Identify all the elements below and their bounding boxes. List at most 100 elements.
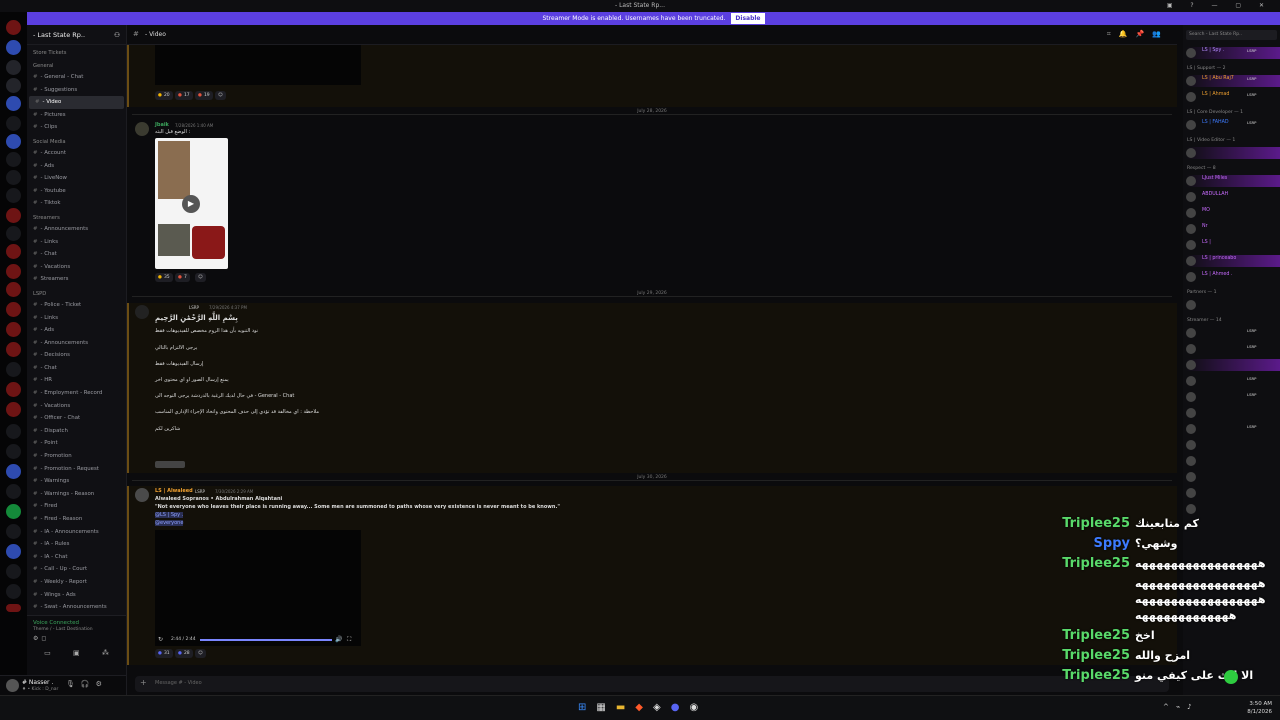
- member-item[interactable]: LS | Spy . LSRP: [1186, 47, 1280, 59]
- bell-icon[interactable]: 🔔: [1119, 30, 1136, 38]
- channel-category[interactable]: LSPD: [27, 286, 126, 299]
- member-item[interactable]: LSRP: [1186, 375, 1280, 387]
- clock[interactable]: 3:50 AM 8/1/2026: [1236, 700, 1272, 716]
- server-icon[interactable]: [6, 504, 21, 519]
- user-controls[interactable]: 🎙🎧⚙: [66, 680, 108, 688]
- play-icon[interactable]: ▶: [182, 195, 200, 213]
- server-icon[interactable]: [6, 244, 21, 259]
- channel-item[interactable]: # Streamers: [27, 273, 126, 286]
- server-icon[interactable]: [6, 464, 21, 479]
- channel-item[interactable]: # - Fired - Reason: [27, 513, 126, 526]
- channel-item[interactable]: # - Vacations: [27, 400, 126, 413]
- taskbar-apps[interactable]: ⊞▦▬◆◈●◉: [578, 702, 708, 713]
- user-mention[interactable]: @LS | Spy .: [155, 512, 184, 518]
- video-progress[interactable]: [200, 639, 332, 641]
- reaction-button[interactable]: ● 31: [155, 649, 173, 658]
- video-attachment[interactable]: ▶: [155, 138, 228, 269]
- channel-item[interactable]: # - Promotion: [27, 450, 126, 463]
- server-header[interactable]: - Last State Rp.. ⚇: [27, 25, 126, 45]
- server-icon[interactable]: [6, 564, 21, 579]
- member-item[interactable]: ABDULLAH: [1186, 191, 1280, 203]
- message-composer[interactable]: + Message # - Video: [135, 676, 1169, 692]
- member-item[interactable]: [1186, 487, 1280, 499]
- member-item[interactable]: [1186, 407, 1280, 419]
- channel-item-active[interactable]: # - Video: [29, 96, 124, 109]
- channel-item[interactable]: # - HR: [27, 374, 126, 387]
- server-icon[interactable]: [6, 152, 21, 167]
- channel-item[interactable]: # - Dispatch: [27, 425, 126, 438]
- windows-start-icon[interactable]: ⊞: [578, 702, 596, 713]
- server-icon[interactable]: [6, 282, 21, 297]
- avatar[interactable]: [135, 305, 149, 319]
- add-reaction-icon[interactable]: ☺: [195, 273, 206, 282]
- server-icon[interactable]: [6, 342, 21, 357]
- channel-item[interactable]: # - Ads: [27, 324, 126, 337]
- camera-icon[interactable]: ◻: [41, 635, 49, 642]
- server-icon[interactable]: [6, 134, 21, 149]
- member-item[interactable]: [1186, 503, 1280, 515]
- steam-icon[interactable]: ◉: [689, 702, 708, 713]
- channel-item[interactable]: # - Warnings: [27, 475, 126, 488]
- replay-icon[interactable]: ↻: [158, 636, 163, 643]
- channel-item[interactable]: # - Links: [27, 236, 126, 249]
- channel-category[interactable]: Store Tickets: [27, 45, 126, 58]
- add-member-icon[interactable]: ⚇: [114, 25, 120, 45]
- chevron-up-icon[interactable]: ^: [1163, 703, 1176, 711]
- fullscreen-icon[interactable]: ⛶: [347, 636, 351, 644]
- server-icon[interactable]: [6, 60, 21, 75]
- message-author[interactable]: Jbaik: [155, 122, 169, 128]
- server-icon[interactable]: [6, 362, 21, 377]
- new-badge-icon[interactable]: [6, 604, 21, 612]
- window-controls[interactable]: ▣ ? — ▢ ✕: [1167, 0, 1272, 12]
- server-icon[interactable]: [6, 322, 21, 337]
- plus-icon[interactable]: +: [140, 678, 147, 687]
- gear-icon[interactable]: ⚙: [96, 680, 108, 688]
- channel-item[interactable]: # - Decisions: [27, 349, 126, 362]
- video-player[interactable]: ↻ 2:44 / 2:44 🔊 ⛶: [155, 530, 361, 646]
- member-item[interactable]: [1186, 455, 1280, 467]
- channel-item[interactable]: # - Announcements: [27, 223, 126, 236]
- channel-item[interactable]: # - Ads: [27, 160, 126, 173]
- activity-icon[interactable]: ⁂: [102, 649, 109, 661]
- channel-item[interactable]: # - IA - Announcements: [27, 526, 126, 539]
- channel-item[interactable]: # - Employment - Record: [27, 387, 126, 400]
- channel-item[interactable]: # - Chat: [27, 362, 126, 375]
- channel-item[interactable]: # - Announcements: [27, 337, 126, 350]
- server-icon[interactable]: [6, 116, 21, 131]
- add-reaction-icon[interactable]: ☺: [215, 91, 226, 100]
- reaction-button[interactable]: ● 17: [175, 91, 193, 100]
- server-icon[interactable]: [6, 264, 21, 279]
- member-item[interactable]: LSRP: [1186, 423, 1280, 435]
- avatar[interactable]: [135, 122, 149, 136]
- add-reaction-icon[interactable]: ☺: [195, 649, 206, 658]
- server-icon[interactable]: [6, 208, 21, 223]
- channel-item[interactable]: # - Call - Up - Court: [27, 563, 126, 576]
- discord-icon[interactable]: ●: [671, 702, 690, 713]
- server-icon[interactable]: [6, 78, 21, 93]
- channel-item[interactable]: # - Wings - Ads: [27, 589, 126, 602]
- channel-item[interactable]: # - Chat: [27, 248, 126, 261]
- member-item[interactable]: [1186, 439, 1280, 451]
- message-author[interactable]: LS | Alwaleed: [155, 488, 193, 494]
- channel-item[interactable]: # - Fired: [27, 500, 126, 513]
- disable-streamer-button[interactable]: Disable: [731, 13, 765, 24]
- channel-item[interactable]: # - Pictures: [27, 109, 126, 122]
- channel-item[interactable]: # - Officer - Chat: [27, 412, 126, 425]
- channel-item[interactable]: # - Account: [27, 147, 126, 160]
- reaction-button[interactable]: ● 7: [175, 273, 190, 282]
- channel-item[interactable]: # - Clips: [27, 121, 126, 134]
- server-icon[interactable]: [6, 402, 21, 417]
- voice-buttons[interactable]: ▭ ▣ ⁂: [33, 649, 120, 661]
- channel-item[interactable]: # - Tiktok: [27, 197, 126, 210]
- server-icon[interactable]: [6, 302, 21, 317]
- server-icon[interactable]: [6, 226, 21, 241]
- header-icons[interactable]: ⌗🔔📌👥: [1107, 30, 1169, 39]
- avatar[interactable]: [135, 488, 149, 502]
- everyone-mention[interactable]: @everyone: [155, 520, 184, 526]
- avatar[interactable]: [6, 679, 19, 692]
- volume-icon[interactable]: 🔊: [335, 636, 342, 643]
- reaction-button[interactable]: ● 28: [175, 649, 193, 658]
- search-input[interactable]: Search - Last State Rp..: [1186, 30, 1277, 40]
- voice-actions[interactable]: ⚙◻: [33, 635, 49, 642]
- channel-item[interactable]: # - Point: [27, 437, 126, 450]
